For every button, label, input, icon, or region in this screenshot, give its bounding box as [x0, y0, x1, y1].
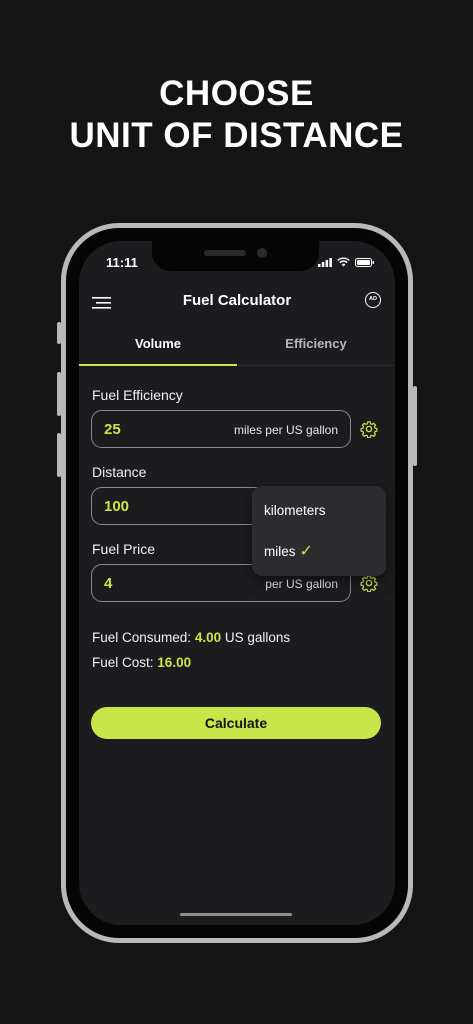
dropdown-option-label: kilometers — [264, 503, 326, 518]
distance-value: 100 — [104, 498, 130, 515]
fuel-cost-result: Fuel Cost: 16.00 — [92, 655, 191, 670]
fuel-efficiency-unit: miles per US gallon — [233, 423, 338, 437]
price-unit-gear-icon[interactable] — [360, 574, 378, 592]
headline-line-1: CHOOSE — [159, 74, 314, 113]
selected-check-icon: ✓ — [299, 543, 313, 560]
home-indicator[interactable] — [180, 913, 292, 916]
phone-notch — [152, 241, 319, 271]
distance-label: Distance — [92, 464, 147, 480]
notch-camera — [257, 248, 267, 258]
tab-volume[interactable]: Volume — [79, 329, 237, 366]
fuel-cost-value: 16.00 — [157, 655, 192, 670]
remove-ads-icon[interactable]: AD — [365, 292, 381, 308]
phone-power-button — [413, 386, 417, 466]
calculate-button[interactable]: Calculate — [91, 707, 381, 739]
efficiency-unit-gear-icon[interactable] — [360, 420, 378, 438]
fuel-consumed-result: Fuel Consumed: 4.00 US gallons — [92, 630, 290, 645]
fuel-cost-label: Fuel Cost: — [92, 655, 154, 670]
app-screen: 11:11 Fuel Calculator AD Volume Efficien… — [79, 241, 395, 925]
status-icons — [318, 257, 375, 267]
headline-line-2: UNIT OF DISTANCE — [69, 116, 404, 155]
fuel-price-value: 4 — [104, 575, 113, 592]
status-time: 11:11 — [106, 255, 138, 270]
distance-unit-dropdown: kilometers miles ✓ — [252, 486, 386, 576]
fuel-efficiency-label: Fuel Efficiency — [92, 387, 183, 403]
tab-bar: Volume Efficiency — [79, 329, 395, 366]
battery-icon — [355, 257, 374, 267]
signal-icon — [318, 257, 332, 267]
wifi-icon — [337, 257, 350, 267]
phone-frame: 11:11 Fuel Calculator AD Volume Efficien… — [61, 223, 413, 943]
notch-speaker — [204, 250, 246, 256]
phone-bezel: 11:11 Fuel Calculator AD Volume Efficien… — [66, 228, 408, 938]
fuel-consumed-label: Fuel Consumed: — [92, 630, 192, 645]
dropdown-option-miles[interactable]: miles ✓ — [264, 541, 313, 561]
page-title: Fuel Calculator — [182, 292, 292, 309]
dropdown-option-kilometers[interactable]: kilometers — [264, 503, 326, 518]
fuel-price-label: Fuel Price — [92, 541, 156, 557]
fuel-efficiency-value: 25 — [104, 421, 121, 438]
fuel-efficiency-input[interactable]: 25 miles per US gallon — [91, 410, 351, 448]
fuel-price-unit: per US gallon — [265, 577, 338, 591]
fuel-consumed-value: 4.00 — [194, 630, 222, 645]
dropdown-option-label: miles — [264, 544, 296, 559]
fuel-consumed-unit: US gallons — [224, 630, 291, 645]
tab-efficiency[interactable]: Efficiency — [237, 329, 395, 365]
